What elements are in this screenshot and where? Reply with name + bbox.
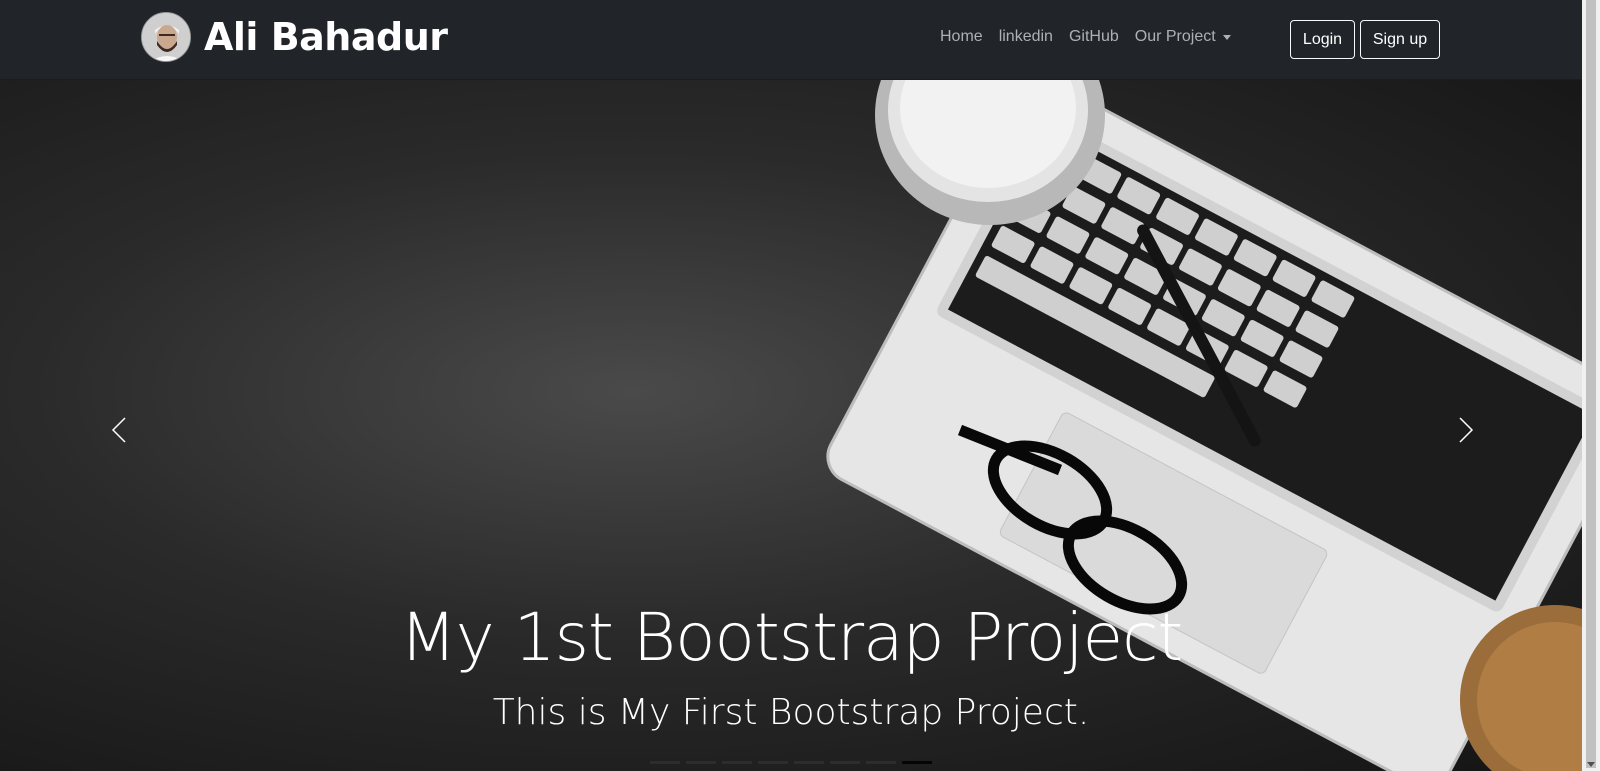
nav-links: Home linkedin GitHub Our Project — [940, 28, 1231, 46]
chevron-right-icon — [1459, 417, 1474, 443]
carousel-indicator-1[interactable] — [650, 761, 680, 764]
carousel-caption-title: My 1st Bootstrap Project — [399, 599, 1184, 676]
nav-link-linkedin[interactable]: linkedin — [999, 28, 1053, 46]
carousel-indicator-6[interactable] — [830, 761, 860, 764]
carousel-caption-subtitle: This is My First Bootstrap Project. — [492, 692, 1090, 733]
nav-link-home[interactable]: Home — [940, 28, 983, 46]
carousel-indicator-4[interactable] — [758, 761, 788, 764]
carousel-indicator-3[interactable] — [722, 761, 752, 764]
brand-link[interactable]: Ali Bahadur — [141, 12, 448, 62]
login-button[interactable]: Login — [1290, 20, 1355, 59]
carousel-prev-button[interactable] — [100, 410, 140, 450]
nav-dropdown-our-project[interactable]: Our Project — [1135, 28, 1231, 46]
nav-dropdown-label: Our Project — [1134, 28, 1216, 45]
page-scrollbar[interactable] — [1582, 0, 1600, 771]
scroll-down-arrow-icon[interactable] — [1587, 762, 1595, 767]
carousel-indicators — [650, 761, 932, 764]
carousel-next-button[interactable] — [1445, 410, 1485, 450]
page: Ali Bahadur Home linkedin GitHub Our Pro… — [0, 0, 1600, 771]
carousel-indicator-8[interactable] — [902, 761, 932, 764]
caret-down-icon — [1222, 34, 1231, 40]
carousel-indicator-2[interactable] — [686, 761, 716, 764]
signup-button[interactable]: Sign up — [1360, 20, 1440, 59]
hero-carousel: My 1st Bootstrap Project This is My Firs… — [0, 80, 1582, 771]
nav-link-github[interactable]: GitHub — [1069, 28, 1119, 46]
carousel-indicator-7[interactable] — [866, 761, 896, 764]
scrollbar-thumb[interactable] — [1586, 0, 1596, 768]
avatar — [141, 12, 191, 62]
chevron-left-icon — [111, 417, 126, 443]
navbar: Ali Bahadur Home linkedin GitHub Our Pro… — [0, 0, 1582, 80]
brand-name: Ali Bahadur — [204, 15, 448, 59]
carousel-indicator-5[interactable] — [794, 761, 824, 764]
